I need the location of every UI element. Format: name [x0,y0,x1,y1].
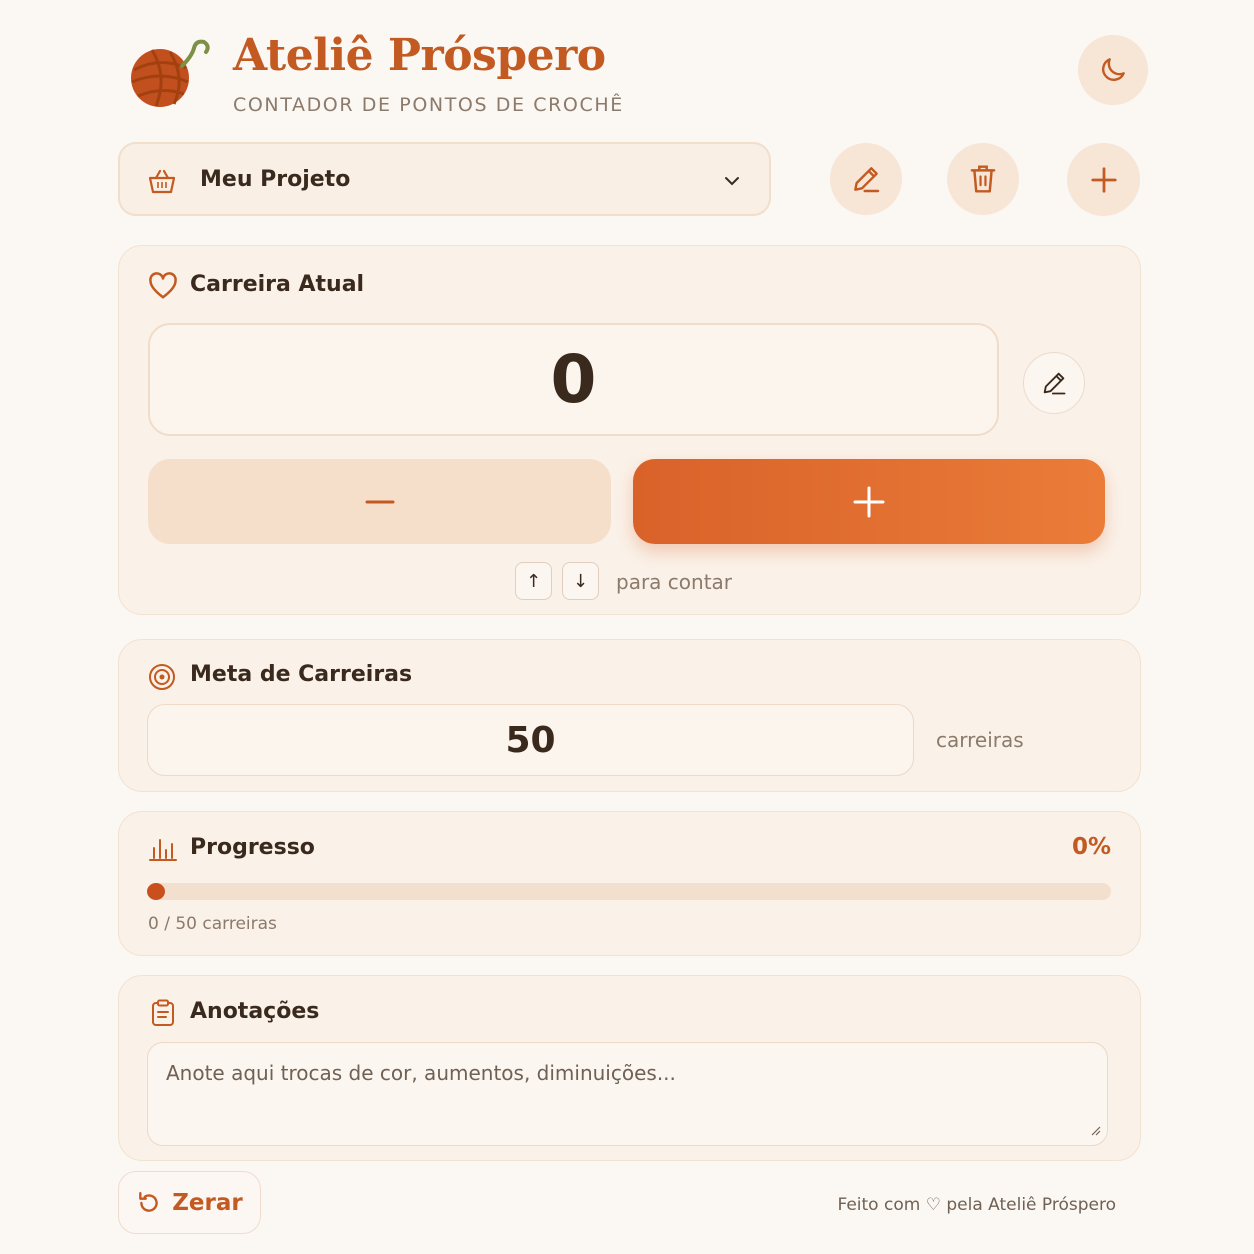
minus-icon [365,500,394,503]
notes-placeholder: Anote aqui trocas de cor, aumentos, dimi… [166,1061,676,1085]
decrement-button[interactable] [148,459,611,544]
heart-icon [148,272,178,304]
reset-icon [139,1191,158,1212]
resize-handle-icon[interactable] [1089,1117,1101,1141]
yarn-ball-icon [128,38,214,110]
progress-percent: 0% [1071,834,1111,860]
reset-label: Zerar [172,1189,243,1216]
trash-icon [970,165,996,193]
notes-textarea[interactable]: Anote aqui trocas de cor, aumentos, dimi… [147,1042,1108,1146]
arrow-up-key: ↑ [515,562,552,600]
bar-chart-icon [148,836,178,866]
notepad-icon [150,999,176,1031]
delete-project-button[interactable] [947,143,1019,215]
pencil-icon [1043,372,1066,395]
basket-icon [148,168,176,198]
target-icon [148,663,176,695]
project-select[interactable]: Meu Projeto [118,142,771,216]
notes-title: Anotações [190,999,320,1024]
edit-count-button[interactable] [1023,352,1085,414]
edit-project-button[interactable] [830,143,902,215]
theme-toggle-button[interactable] [1078,35,1148,105]
goal-title: Meta de Carreiras [190,662,413,687]
counter-title: Carreira Atual [190,272,365,297]
add-project-button[interactable] [1067,143,1140,216]
row-counter-display: 0 [148,323,999,436]
increment-button[interactable] [633,459,1105,544]
progress-caption: 0 / 50 carreiras [148,914,277,934]
plus-icon [1090,166,1117,193]
app-title: Ateliê Próspero [233,30,606,81]
arrow-down-key: ↓ [562,562,599,600]
keyboard-hint: para contar [616,570,733,594]
moon-icon [1102,58,1125,81]
plus-icon [853,486,885,517]
progress-bar [148,883,1111,900]
progress-bar-marker [147,883,165,900]
goal-unit-label: carreiras [936,728,1024,752]
footer-credit: Feito com ♡ pela Ateliê Próspero [837,1195,1116,1215]
pencil-icon [854,167,880,193]
project-name: Meu Projeto [200,166,351,192]
reset-button[interactable]: Zerar [118,1171,261,1234]
app-subtitle: CONTADOR DE PONTOS DE CROCHÊ [233,94,624,116]
goal-input[interactable]: 50 [147,704,914,776]
progress-title: Progresso [190,835,315,860]
chevron-down-icon [723,172,741,191]
